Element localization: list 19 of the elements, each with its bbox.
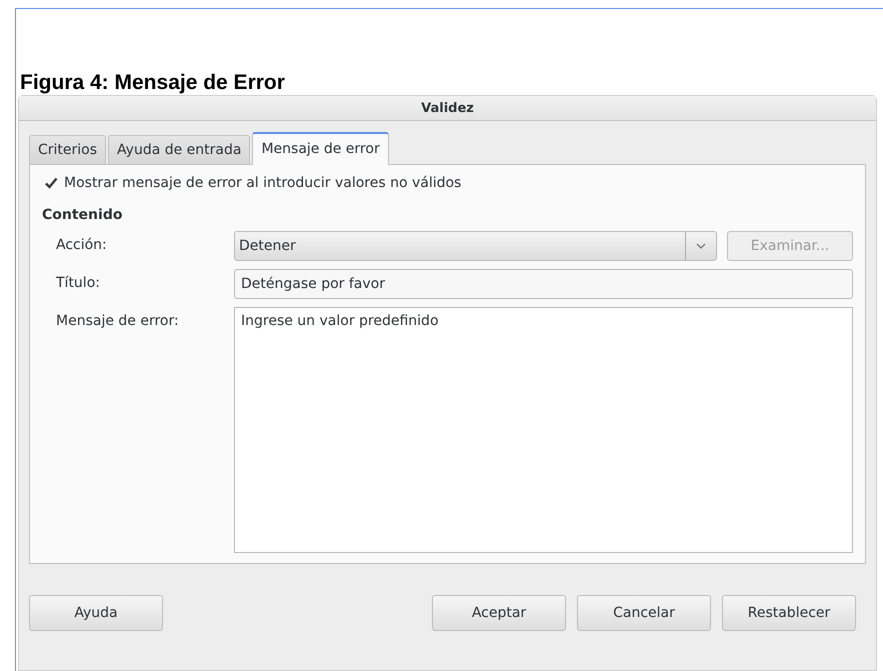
tab[interactable]: Ayuda de entrada bbox=[108, 135, 250, 164]
field-label: Mensaje de error: bbox=[56, 312, 180, 331]
figure-caption: Figura 4: Mensaje de Error bbox=[20, 71, 286, 95]
checkbox[interactable] bbox=[44, 176, 58, 190]
field-label: Acción: bbox=[56, 236, 108, 255]
dialog-button[interactable]: Cancelar bbox=[577, 595, 711, 631]
field-label: Título: bbox=[56, 274, 101, 293]
tab[interactable]: Criterios bbox=[29, 135, 106, 164]
help-button[interactable]: Ayuda bbox=[29, 595, 163, 631]
caret-icon bbox=[696, 243, 706, 249]
dialog-button[interactable]: Restablecer bbox=[722, 595, 856, 631]
action-dropdown[interactable]: Detener bbox=[234, 231, 717, 261]
window-title: Validez bbox=[421, 100, 474, 116]
message-field[interactable]: Ingrese un valor predefinido bbox=[234, 307, 853, 553]
dialog-button[interactable]: Aceptar bbox=[432, 595, 566, 631]
title-field[interactable]: Deténgase por favor bbox=[234, 269, 853, 299]
section-heading: Contenido bbox=[42, 207, 124, 223]
checkbox-label[interactable]: Mostrar mensaje de error al introducir valores no válidos bbox=[64, 175, 462, 191]
tab[interactable]: Mensaje de error bbox=[252, 132, 389, 165]
